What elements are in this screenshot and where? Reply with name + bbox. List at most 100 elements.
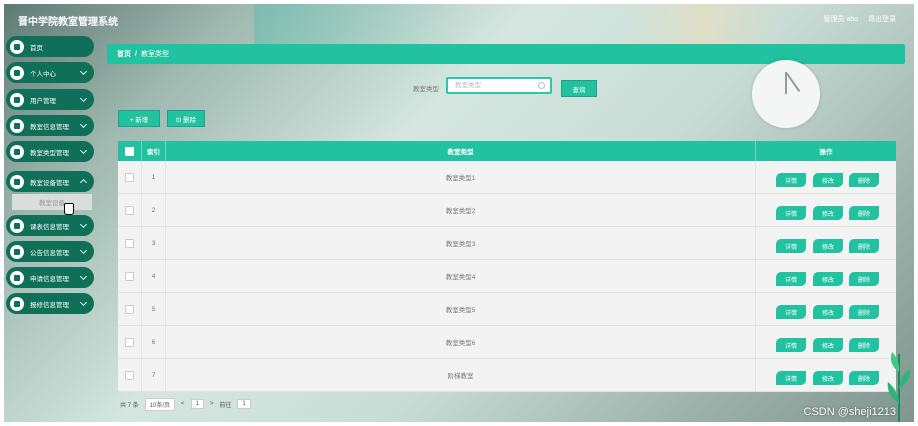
sidebar-item-home[interactable]: 首页 <box>6 36 94 57</box>
sidebar-item-label: 申请信息管理 <box>30 275 69 283</box>
logout-link[interactable]: 退出登录 <box>868 14 896 24</box>
edit-button[interactable]: 修改 <box>813 272 843 286</box>
edit-button[interactable]: 修改 <box>813 173 843 187</box>
submenu-item-equipment[interactable]: 教室设备 <box>12 194 92 210</box>
row-delete-button[interactable]: 删除 <box>849 371 879 385</box>
search-input[interactable]: 教室类型 <box>446 77 552 94</box>
header-type: 教室类型 <box>166 141 756 161</box>
select-all-checkbox[interactable] <box>125 146 134 156</box>
table-header: 索引 教室类型 操作 <box>118 141 896 161</box>
clock-hand <box>786 73 800 93</box>
row-type: 教室类型3 <box>166 227 756 259</box>
prev-page-button[interactable]: < <box>181 401 185 407</box>
row-delete-button[interactable]: 删除 <box>849 305 879 319</box>
user-box: 管理员 abo 退出登录 <box>823 14 896 24</box>
detail-button[interactable]: 详情 <box>776 239 806 253</box>
search-placeholder: 教室类型 <box>455 82 481 89</box>
row-checkbox[interactable] <box>125 337 134 347</box>
row-index: 6 <box>142 326 166 358</box>
edit-button[interactable]: 修改 <box>813 338 843 352</box>
sidebar-item-label: 教室信息管理 <box>30 123 69 131</box>
table-row: 6 教室类型6 详情 修改 删除 <box>118 326 896 359</box>
chevron-down-icon <box>79 298 88 307</box>
table-row: 7 阶梯教室 详情 修改 删除 <box>118 359 896 392</box>
delete-button[interactable]: ⊟ 删除 <box>167 110 205 127</box>
sidebar-item-user-management[interactable]: 用户管理 <box>6 89 94 110</box>
detail-button[interactable]: 详情 <box>776 173 806 187</box>
sidebar-item-announcement[interactable]: 公告信息管理 <box>6 241 94 262</box>
home-icon <box>10 39 24 54</box>
row-index: 1 <box>142 161 166 193</box>
row-checkbox[interactable] <box>125 205 134 215</box>
sidebar-item-timetable[interactable]: 课表信息管理 <box>6 215 94 236</box>
detail-button[interactable]: 详情 <box>776 371 806 385</box>
breadcrumb-home[interactable]: 首页 <box>117 49 131 59</box>
table-row: 2 教室类型2 详情 修改 删除 <box>118 194 896 227</box>
chevron-down-icon <box>79 272 88 281</box>
row-checkbox[interactable] <box>125 238 134 248</box>
row-type: 教室类型4 <box>166 260 756 292</box>
row-delete-button[interactable]: 删除 <box>849 338 879 352</box>
box-icon <box>10 174 24 189</box>
flag-icon <box>10 270 24 285</box>
list-icon <box>10 118 24 133</box>
sidebar-item-repair[interactable]: 报修信息管理 <box>6 293 94 314</box>
edit-button[interactable]: 修改 <box>813 239 843 253</box>
edit-button[interactable]: 修改 <box>813 371 843 385</box>
app-title: 晋中学院教室管理系统 <box>18 17 118 28</box>
row-index: 7 <box>142 359 166 391</box>
box-icon <box>10 144 24 159</box>
row-checkbox[interactable] <box>125 304 134 314</box>
detail-button[interactable]: 详情 <box>776 338 806 352</box>
sidebar-item-personal-center[interactable]: 个人中心 <box>6 62 94 83</box>
chevron-up-icon <box>79 178 88 187</box>
edit-button[interactable]: 修改 <box>813 305 843 319</box>
sidebar-item-classroom-type[interactable]: 教室类型管理 <box>6 141 94 162</box>
edit-button[interactable]: 修改 <box>813 206 843 220</box>
detail-button[interactable]: 详情 <box>776 272 806 286</box>
table-row: 4 教室类型4 详情 修改 删除 <box>118 260 896 293</box>
search-button[interactable]: 查询 <box>561 80 597 97</box>
row-delete-button[interactable]: 删除 <box>849 272 879 286</box>
row-index: 4 <box>142 260 166 292</box>
row-checkbox[interactable] <box>125 370 134 380</box>
detail-button[interactable]: 详情 <box>776 206 806 220</box>
search-icon <box>538 82 545 89</box>
sidebar-item-label: 首页 <box>30 44 43 52</box>
sidebar-item-label: 教室设备管理 <box>30 179 69 187</box>
add-button[interactable]: + 新增 <box>118 110 160 127</box>
user-icon <box>10 244 24 259</box>
row-delete-button[interactable]: 删除 <box>849 206 879 220</box>
sidebar-item-label: 教室类型管理 <box>30 149 69 157</box>
chevron-down-icon <box>79 120 88 129</box>
list-icon <box>10 296 24 311</box>
select-all-cell <box>118 141 142 161</box>
row-checkbox[interactable] <box>125 271 134 281</box>
detail-button[interactable]: 详情 <box>776 305 806 319</box>
table-row: 1 教室类型1 详情 修改 删除 <box>118 161 896 194</box>
row-delete-button[interactable]: 删除 <box>849 173 879 187</box>
goto-label: 前往 <box>219 402 232 409</box>
page-size-select[interactable]: 10条/页 <box>144 397 176 411</box>
row-type: 教室类型5 <box>166 293 756 325</box>
row-index: 5 <box>142 293 166 325</box>
goto-page-input[interactable]: 1 <box>237 399 251 409</box>
top-bar: 晋中学院教室管理系统 管理员 abo 退出登录 <box>4 4 914 32</box>
next-page-button[interactable]: > <box>210 401 214 407</box>
table-row: 5 教室类型5 详情 修改 删除 <box>118 293 896 326</box>
row-index: 3 <box>142 227 166 259</box>
pager-total: 共 7 条 <box>120 402 139 409</box>
current-page[interactable]: 1 <box>190 399 204 409</box>
row-checkbox[interactable] <box>125 172 134 182</box>
user-greeting: 管理员 abo <box>823 16 858 23</box>
sidebar-item-application[interactable]: 申请信息管理 <box>6 267 94 288</box>
sidebar-item-classroom-info[interactable]: 教室信息管理 <box>6 115 94 136</box>
app-window: 晋中学院教室管理系统 管理员 abo 退出登录 首页 个人中心 用户管理 教室信… <box>4 4 914 422</box>
search-label: 教室类型 <box>413 86 439 93</box>
sidebar-item-classroom-equipment[interactable]: 教室设备管理 <box>6 171 94 192</box>
chevron-down-icon <box>79 67 88 76</box>
hand-cursor-icon <box>64 203 74 215</box>
row-delete-button[interactable]: 删除 <box>849 239 879 253</box>
sidebar-item-label: 报修信息管理 <box>30 301 69 309</box>
breadcrumb-current: 教室类型 <box>140 51 169 58</box>
